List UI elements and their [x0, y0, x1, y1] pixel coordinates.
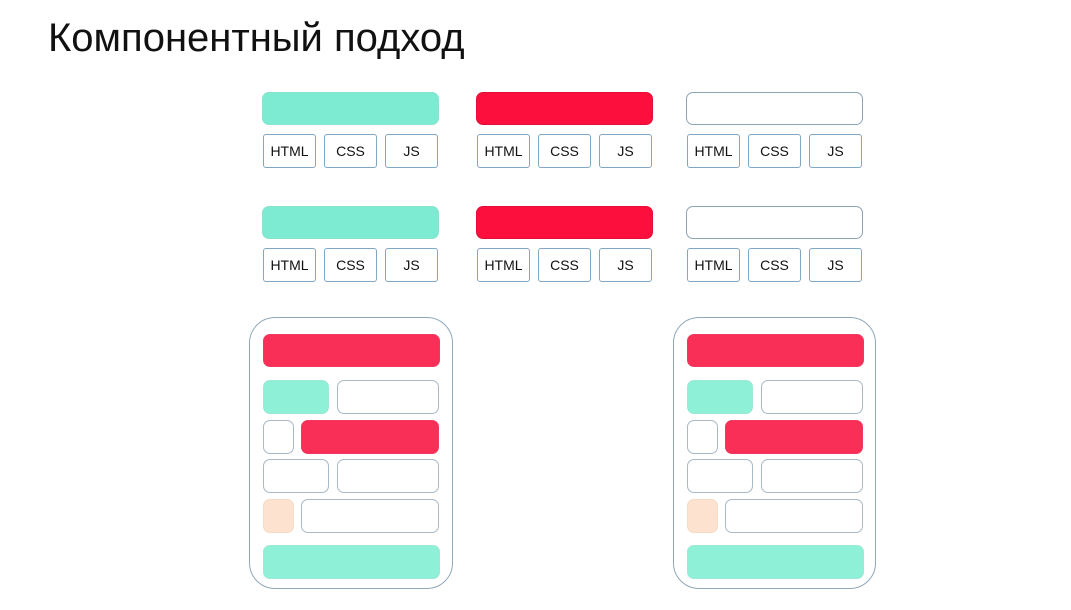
teal-block: [263, 380, 329, 414]
chip-css: CSS: [538, 248, 591, 282]
peach-block: [263, 499, 294, 533]
teal-block: [687, 380, 753, 414]
chip-css: CSS: [748, 248, 801, 282]
chip-html: HTML: [477, 134, 530, 168]
chip-html: HTML: [687, 248, 740, 282]
chip-html: HTML: [687, 134, 740, 168]
slide: Компонентный подход HTML CSS JS HTML CSS JS HT…: [0, 0, 1071, 610]
chip-html: HTML: [477, 248, 530, 282]
peach-block: [687, 499, 718, 533]
white-block: [687, 459, 753, 493]
page-mockup-left: [249, 317, 453, 589]
chip-js: JS: [599, 134, 652, 168]
page-mockup-right: [673, 317, 876, 589]
chip-css: CSS: [748, 134, 801, 168]
white-block: [263, 459, 329, 493]
chip-js: JS: [385, 248, 438, 282]
component-header-bar: [476, 206, 653, 239]
footer-block: [687, 545, 864, 579]
chip-js: JS: [809, 134, 862, 168]
white-block: [761, 380, 863, 414]
chip-html: HTML: [263, 248, 316, 282]
component-header-bar: [686, 92, 863, 125]
small-white-block: [263, 420, 294, 454]
white-block: [337, 459, 439, 493]
chip-css: CSS: [538, 134, 591, 168]
component-header-bar: [476, 92, 653, 125]
header-block: [263, 334, 440, 367]
white-block: [337, 380, 439, 414]
small-white-block: [687, 420, 718, 454]
red-block: [301, 420, 439, 454]
footer-block: [263, 545, 440, 579]
white-block: [725, 499, 863, 533]
chip-js: JS: [809, 248, 862, 282]
chip-css: CSS: [324, 134, 377, 168]
chip-html: HTML: [263, 134, 316, 168]
header-block: [687, 334, 864, 367]
white-block: [761, 459, 863, 493]
chip-css: CSS: [324, 248, 377, 282]
component-header-bar: [262, 206, 439, 239]
component-header-bar: [686, 206, 863, 239]
chip-js: JS: [385, 134, 438, 168]
white-block: [301, 499, 439, 533]
chip-js: JS: [599, 248, 652, 282]
component-header-bar: [262, 92, 439, 125]
slide-title: Компонентный подход: [48, 16, 465, 60]
red-block: [725, 420, 863, 454]
